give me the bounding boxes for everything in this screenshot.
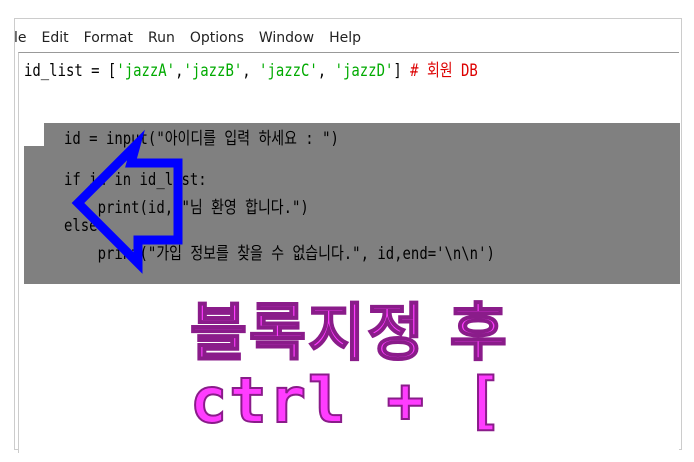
annotation-text: 블록지정 후 [189,295,509,370]
annotation-shortcut: ctrl + [ [189,363,505,438]
